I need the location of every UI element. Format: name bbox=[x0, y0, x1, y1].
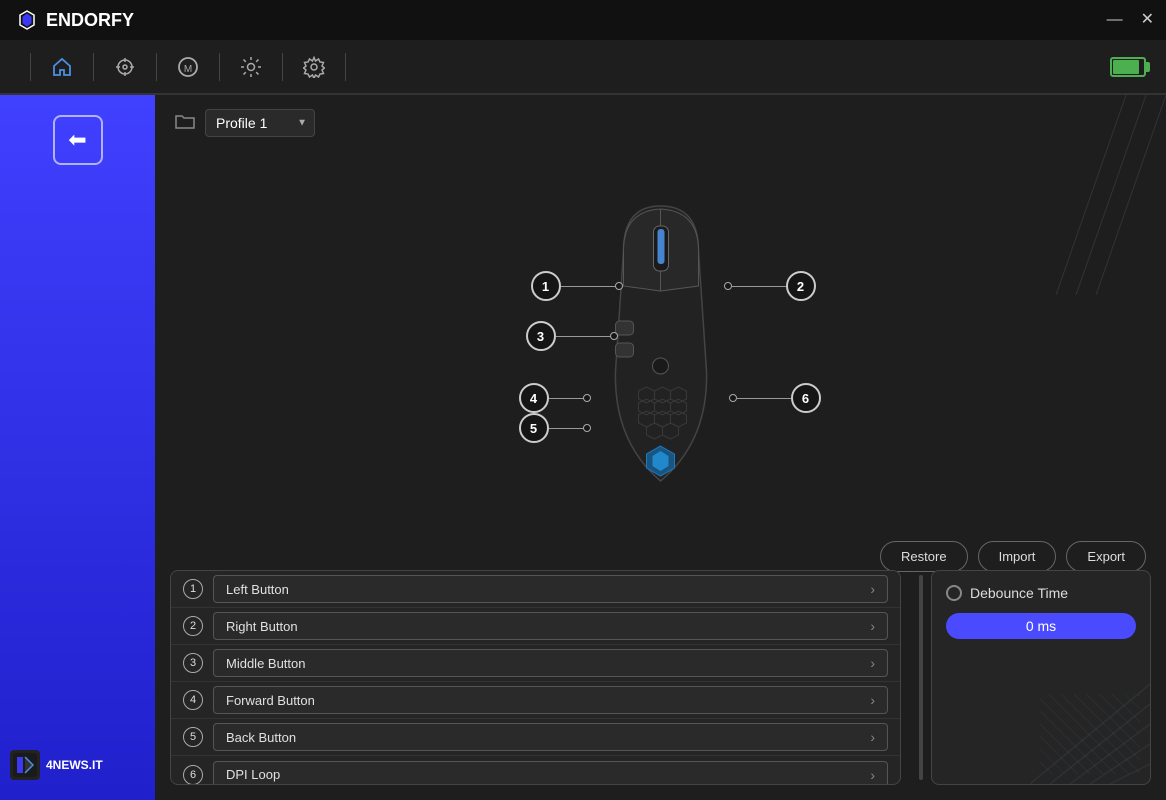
battery-tip bbox=[1146, 62, 1150, 72]
svg-text:M: M bbox=[184, 64, 192, 75]
chevron-icon-6: › bbox=[870, 767, 875, 783]
sidebar-brand: 4NEWS.IT bbox=[10, 750, 103, 780]
debounce-radio[interactable] bbox=[946, 585, 962, 601]
nav-crosshair-icon[interactable] bbox=[104, 46, 146, 88]
label-4: 4 bbox=[519, 383, 591, 413]
profile-folder-icon bbox=[175, 113, 195, 134]
back-button[interactable]: ⬅ bbox=[53, 115, 103, 165]
export-button[interactable]: Export bbox=[1066, 541, 1146, 572]
nav-separator-6 bbox=[345, 53, 346, 81]
chevron-icon-4: › bbox=[870, 692, 875, 708]
app-logo: ENDORFY bbox=[16, 9, 134, 31]
debounce-row: Debounce Time bbox=[946, 585, 1136, 601]
nav-separator-1 bbox=[30, 53, 31, 81]
right-settings-panel: Debounce Time 0 ms bbox=[931, 570, 1151, 785]
scroll-divider bbox=[919, 575, 923, 780]
button-label-5[interactable]: Back Button › bbox=[213, 723, 888, 751]
button-label-1[interactable]: Left Button › bbox=[213, 575, 888, 603]
button-item-2[interactable]: 2 Right Button › bbox=[171, 608, 900, 645]
nav-separator-5 bbox=[282, 53, 283, 81]
nav-separator-4 bbox=[219, 53, 220, 81]
battery-fill bbox=[1113, 60, 1139, 74]
nav-lighting-icon[interactable] bbox=[230, 46, 272, 88]
nav-separator-3 bbox=[156, 53, 157, 81]
button-item-6[interactable]: 6 DPI Loop › bbox=[171, 756, 900, 785]
button-label-4[interactable]: Forward Button › bbox=[213, 686, 888, 714]
chevron-icon-5: › bbox=[870, 729, 875, 745]
profile-select-wrapper[interactable]: Profile 1 Profile 2 Profile 3 bbox=[205, 109, 315, 137]
label-5: 5 bbox=[519, 413, 591, 443]
button-number-4: 4 bbox=[183, 690, 203, 710]
nav-mode-icon[interactable]: M bbox=[167, 46, 209, 88]
nav-home-icon[interactable] bbox=[41, 46, 83, 88]
button-item-4[interactable]: 4 Forward Button › bbox=[171, 682, 900, 719]
profile-bar: Profile 1 Profile 2 Profile 3 bbox=[155, 95, 1166, 151]
button-item-5[interactable]: 5 Back Button › bbox=[171, 719, 900, 756]
label-1: 1 bbox=[531, 271, 623, 301]
chevron-icon-3: › bbox=[870, 655, 875, 671]
chevron-icon-2: › bbox=[870, 618, 875, 634]
button-label-6[interactable]: DPI Loop › bbox=[213, 761, 888, 786]
bottom-panel: 1 Left Button › 2 Right Button › 3 bbox=[155, 570, 1166, 800]
debounce-value[interactable]: 0 ms bbox=[946, 613, 1136, 639]
battery-indicator bbox=[1110, 57, 1146, 77]
label-3: 3 bbox=[526, 321, 618, 351]
nav-settings-icon[interactable] bbox=[293, 46, 335, 88]
import-button[interactable]: Import bbox=[978, 541, 1057, 572]
mouse-diagram-area: 1 2 3 4 bbox=[155, 151, 1166, 541]
button-label-2[interactable]: Right Button › bbox=[213, 612, 888, 640]
content-area: Profile 1 Profile 2 Profile 3 bbox=[155, 95, 1166, 800]
sidebar: ⬅ 4NEWS.IT bbox=[0, 95, 155, 800]
button-item-3[interactable]: 3 Middle Button › bbox=[171, 645, 900, 682]
window-controls: — ✕ bbox=[1107, 12, 1154, 28]
minimize-button[interactable]: — bbox=[1107, 12, 1123, 28]
profile-select[interactable]: Profile 1 Profile 2 Profile 3 bbox=[205, 109, 315, 137]
nav-separator-2 bbox=[93, 53, 94, 81]
label-6: 6 bbox=[729, 383, 821, 413]
button-number-1: 1 bbox=[183, 579, 203, 599]
right-panel-deco bbox=[1030, 684, 1150, 784]
chevron-icon-1: › bbox=[870, 581, 875, 597]
button-number-3: 3 bbox=[183, 653, 203, 673]
titlebar: ENDORFY — ✕ bbox=[0, 0, 1166, 40]
navbar: M bbox=[0, 40, 1166, 95]
label-2: 2 bbox=[724, 271, 816, 301]
button-number-5: 5 bbox=[183, 727, 203, 747]
button-number-6: 6 bbox=[183, 765, 203, 785]
close-button[interactable]: ✕ bbox=[1141, 12, 1154, 28]
restore-button[interactable]: Restore bbox=[880, 541, 968, 572]
button-number-2: 2 bbox=[183, 616, 203, 636]
button-item-1[interactable]: 1 Left Button › bbox=[171, 571, 900, 608]
news-logo-icon bbox=[10, 750, 40, 780]
mouse-buttons-list: 1 Left Button › 2 Right Button › 3 bbox=[170, 570, 901, 785]
button-label-3[interactable]: Middle Button › bbox=[213, 649, 888, 677]
main-layout: ⬅ 4NEWS.IT bbox=[0, 95, 1166, 800]
